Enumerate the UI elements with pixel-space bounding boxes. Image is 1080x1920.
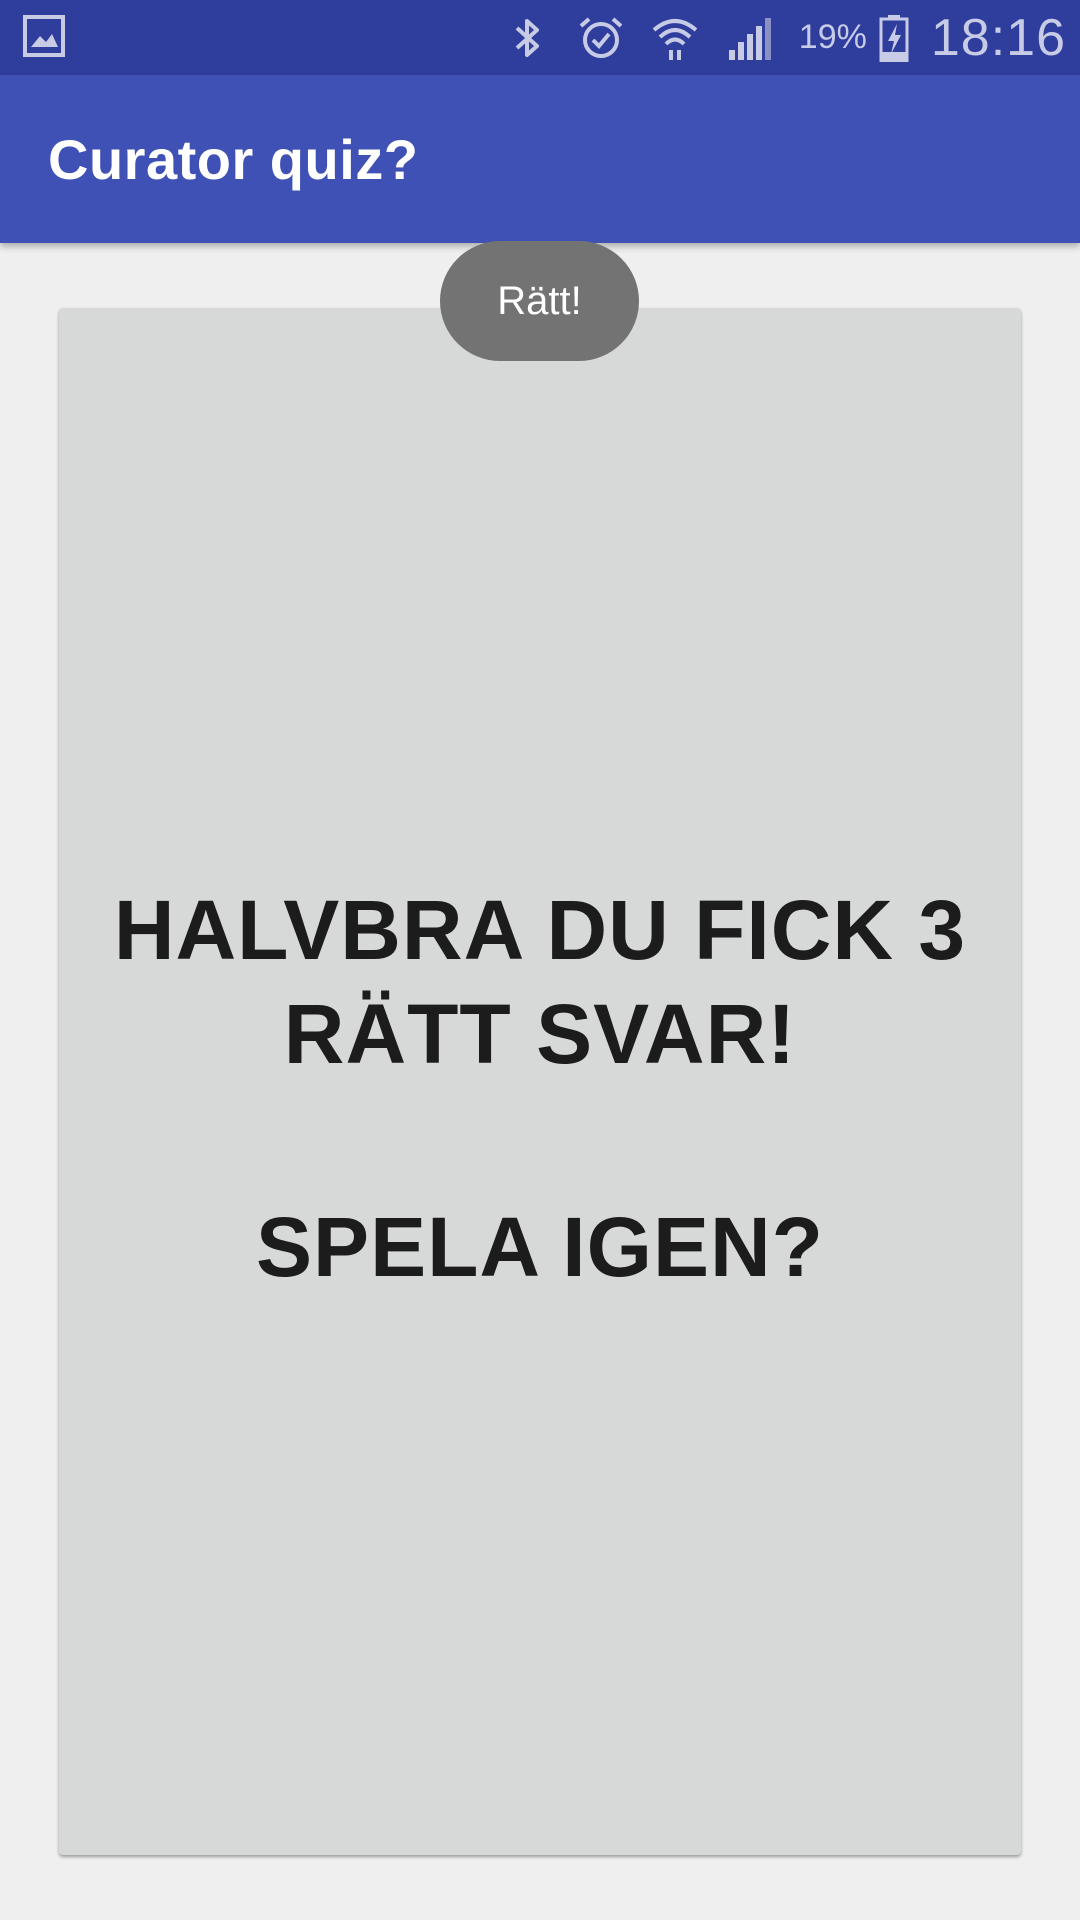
wifi-icon	[651, 14, 699, 62]
battery-charging-icon	[879, 14, 909, 62]
result-line-2: RÄTT SVAR!	[283, 987, 797, 1081]
app-title: Curator quiz?	[48, 128, 419, 191]
result-line-1: HALVBRA DU FICK 3	[113, 883, 967, 977]
battery-percent: 19%	[798, 18, 867, 56]
bluetooth-icon	[503, 14, 551, 62]
app-bar: Curator quiz?	[0, 75, 1080, 243]
result-card[interactable]: HALVBRA DU FICK 3 RÄTT SVAR! SPELA IGEN?	[59, 308, 1021, 1855]
result-message: HALVBRA DU FICK 3 RÄTT SVAR!	[59, 878, 1021, 1086]
alarm-icon	[577, 14, 625, 62]
gallery-notification-icon	[22, 14, 66, 58]
toast-message: Rätt!	[440, 241, 639, 361]
play-again-prompt[interactable]: SPELA IGEN?	[59, 1195, 1021, 1299]
signal-icon	[725, 14, 773, 62]
clock: 18:16	[930, 8, 1066, 67]
status-bar: 19% 18:16	[0, 0, 1080, 75]
